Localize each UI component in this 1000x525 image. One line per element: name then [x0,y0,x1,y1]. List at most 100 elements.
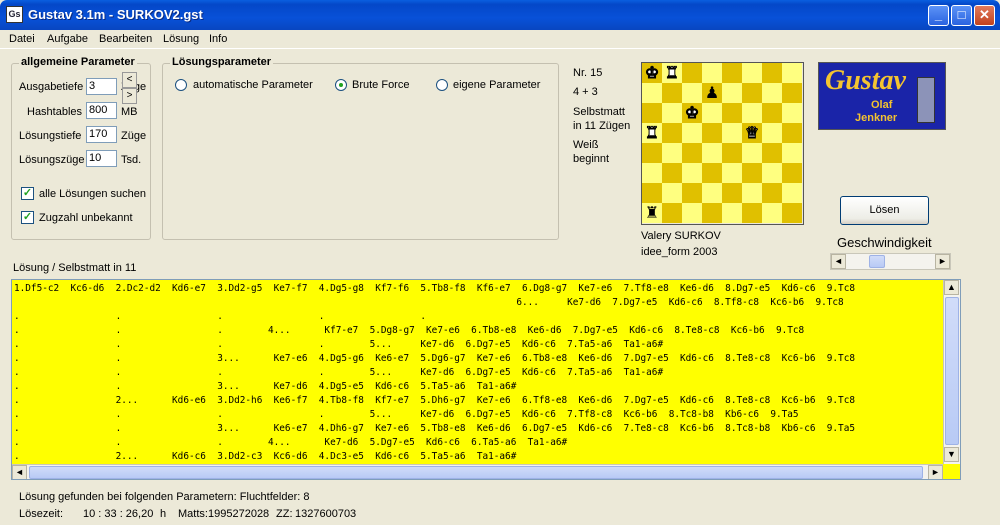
spin-down-button[interactable]: > [122,88,137,104]
square-e1[interactable] [722,203,742,223]
square-c5[interactable] [682,123,702,143]
square-e8[interactable] [722,63,742,83]
square-e5[interactable] [722,123,742,143]
square-b3[interactable] [662,163,682,183]
square-h6[interactable] [782,103,802,123]
menu-aufgabe[interactable]: Aufgabe [47,33,88,45]
square-b4[interactable] [662,143,682,163]
square-h1[interactable] [782,203,802,223]
square-g1[interactable] [762,203,782,223]
piece-white-a8[interactable]: ♚ [644,63,659,83]
square-c7[interactable] [682,83,702,103]
square-a2[interactable] [642,183,662,203]
menu-loesung[interactable]: Lösung [163,33,199,45]
square-b2[interactable] [662,183,682,203]
square-g7[interactable] [762,83,782,103]
minimize-button[interactable]: _ [928,5,949,26]
scroll-left-arrow-icon[interactable]: ◄ [12,465,27,479]
menu-datei[interactable]: Datei [9,33,35,45]
menu-bearbeiten[interactable]: Bearbeiten [99,33,152,45]
scroll-right-arrow-icon[interactable]: ► [928,465,943,479]
chess-board[interactable]: ♚ ♜ ♟ ♚ ♜ ♛ ♜ [641,62,804,225]
square-c1[interactable] [682,203,702,223]
square-c4[interactable] [682,143,702,163]
square-e3[interactable] [722,163,742,183]
square-b5[interactable] [662,123,682,143]
square-g2[interactable] [762,183,782,203]
solution-hscroll[interactable]: ◄ ► [12,464,943,479]
speed-thumb[interactable] [868,255,885,268]
piece-black-a1[interactable]: ♜ [645,203,659,222]
square-h7[interactable] [782,83,802,103]
square-f7[interactable] [742,83,762,103]
square-c6[interactable]: ♚ [682,103,702,123]
square-c2[interactable] [682,183,702,203]
hscroll-thumb[interactable] [29,466,923,479]
piece-white-b8[interactable]: ♜ [664,63,679,83]
square-d8[interactable] [702,63,722,83]
square-d7[interactable]: ♟ [702,83,722,103]
maximize-button[interactable]: □ [951,5,972,26]
vscroll-thumb[interactable] [945,297,959,445]
piece-white-c6[interactable]: ♚ [684,103,699,123]
square-g6[interactable] [762,103,782,123]
all-solutions-checkbox[interactable]: ✓ [21,187,34,200]
scroll-down-arrow-icon[interactable]: ▼ [944,447,959,462]
spin-up-button[interactable]: < [122,72,137,88]
square-d6[interactable] [702,103,722,123]
square-a1[interactable]: ♜ [642,203,662,223]
square-e4[interactable] [722,143,742,163]
square-g4[interactable] [762,143,782,163]
square-h3[interactable] [782,163,802,183]
title-bar[interactable]: Gs Gustav 3.1m - SURKOV2.gst _ □ ✕ [0,0,1000,30]
scroll-up-arrow-icon[interactable]: ▲ [944,280,959,295]
piece-black-d7[interactable]: ♟ [705,83,719,102]
radio-brute-force[interactable] [335,79,347,91]
square-h4[interactable] [782,143,802,163]
square-e7[interactable] [722,83,742,103]
radio-custom-params[interactable] [436,79,448,91]
square-g8[interactable] [762,63,782,83]
square-f5[interactable]: ♛ [742,123,762,143]
square-h5[interactable] [782,123,802,143]
menu-info[interactable]: Info [209,33,227,45]
square-d4[interactable] [702,143,722,163]
square-a3[interactable] [642,163,662,183]
square-d5[interactable] [702,123,722,143]
square-b8[interactable]: ♜ [662,63,682,83]
square-g3[interactable] [762,163,782,183]
square-d2[interactable] [702,183,722,203]
square-f4[interactable] [742,143,762,163]
square-f3[interactable] [742,163,762,183]
speed-left-arrow-icon[interactable]: ◄ [831,254,846,269]
square-h2[interactable] [782,183,802,203]
square-c8[interactable] [682,63,702,83]
square-f1[interactable] [742,203,762,223]
square-g5[interactable] [762,123,782,143]
solution-moves-field[interactable]: 10 [86,150,117,167]
square-a8[interactable]: ♚ [642,63,662,83]
square-e6[interactable] [722,103,742,123]
square-a5[interactable]: ♜ [642,123,662,143]
piece-white-a5[interactable]: ♜ [644,123,659,143]
square-d1[interactable] [702,203,722,223]
square-f8[interactable] [742,63,762,83]
speed-slider[interactable]: ◄ ► [830,253,951,270]
hashtables-field[interactable]: 800 [86,102,117,119]
square-a7[interactable] [642,83,662,103]
square-b1[interactable] [662,203,682,223]
radio-auto-params[interactable] [175,79,187,91]
square-c3[interactable] [682,163,702,183]
square-a4[interactable] [642,143,662,163]
close-button[interactable]: ✕ [974,5,995,26]
square-f2[interactable] [742,183,762,203]
solve-button[interactable]: Lösen [840,196,929,225]
square-e2[interactable] [722,183,742,203]
solution-textarea[interactable]: 1.Df5-c2 Kc6-d6 2.Dc2-d2 Kd6-e7 3.Dd2-g5… [11,279,961,480]
square-b6[interactable] [662,103,682,123]
piece-white-f5[interactable]: ♛ [744,123,759,143]
solution-depth-field[interactable]: 170 [86,126,117,143]
solution-vscroll[interactable]: ▲ ▼ [943,280,960,464]
square-b7[interactable] [662,83,682,103]
square-h8[interactable] [782,63,802,83]
